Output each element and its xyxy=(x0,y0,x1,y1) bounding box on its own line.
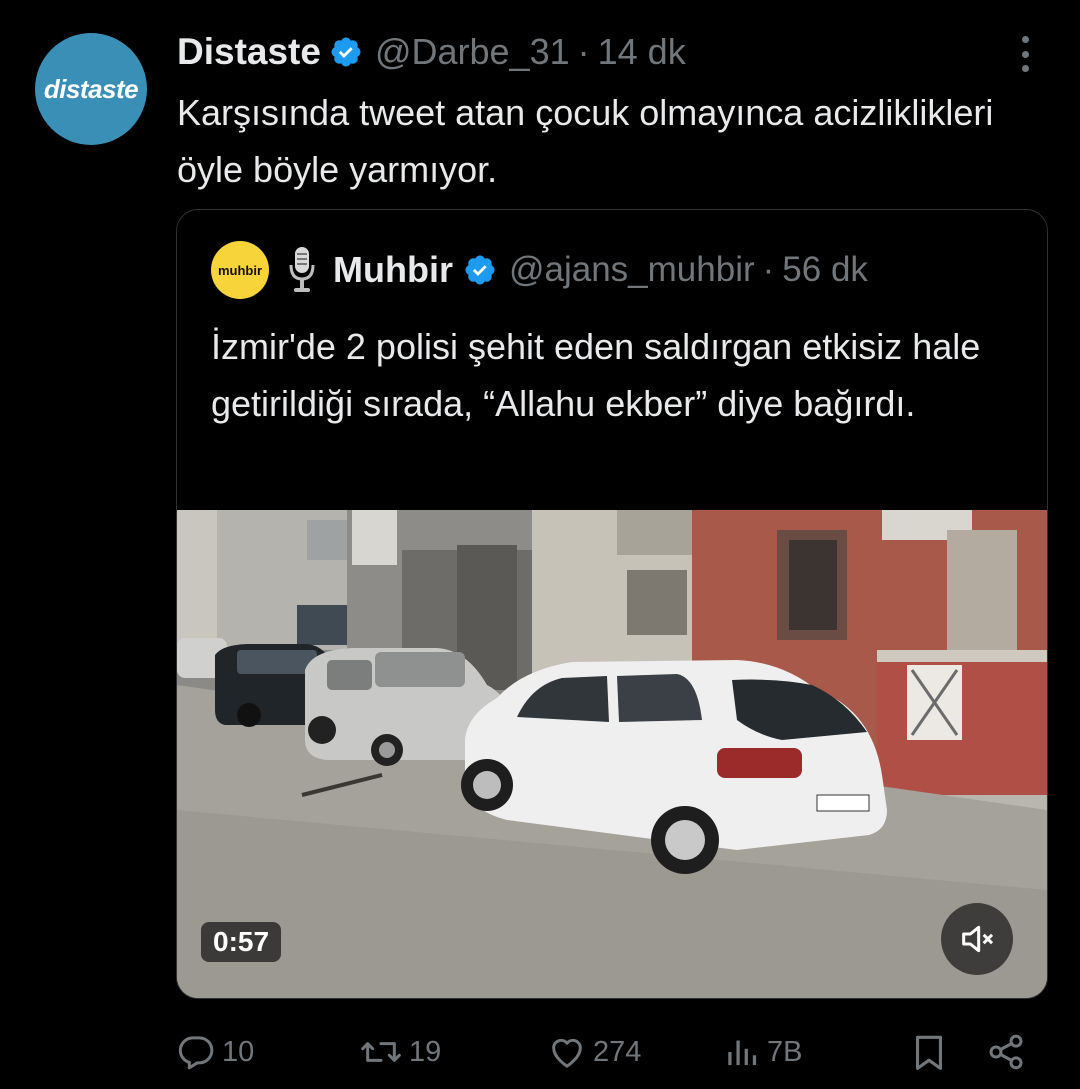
author-name[interactable]: Distaste xyxy=(177,31,321,73)
quoted-author-avatar[interactable]: muhbir xyxy=(211,241,269,299)
separator-dot: · xyxy=(577,31,590,72)
verified-badge-icon xyxy=(463,253,497,287)
quoted-author-handle[interactable]: @ajans_muhbir xyxy=(509,250,755,290)
tweet-header: Distaste @Darbe_31 · 14 dk xyxy=(177,26,686,78)
quoted-timestamp[interactable]: 56 dk xyxy=(782,250,868,290)
quoted-tweet[interactable]: muhbir Muhbir @ajans_muhbir · 56 dk İzmi… xyxy=(176,209,1048,999)
action-bar: 10 19 274 7B xyxy=(176,1026,1036,1078)
mute-icon[interactable] xyxy=(941,903,1013,975)
share-button[interactable] xyxy=(986,1026,1026,1078)
separator-dot: · xyxy=(762,250,775,289)
like-button[interactable]: 274 xyxy=(547,1026,641,1078)
views-button[interactable]: 7B xyxy=(725,1026,802,1078)
reply-count: 10 xyxy=(222,1035,255,1068)
views-icon xyxy=(725,1032,761,1072)
like-icon xyxy=(547,1032,587,1072)
microphone-icon xyxy=(287,245,317,295)
views-count: 7B xyxy=(767,1035,803,1068)
reply-icon xyxy=(176,1032,216,1072)
bookmark-button[interactable] xyxy=(911,1026,947,1078)
quoted-tweet-text: İzmir'de 2 polisi şehit eden saldırgan e… xyxy=(211,326,981,424)
quoted-author-name[interactable]: Muhbir xyxy=(333,249,453,291)
video-frame xyxy=(177,510,1047,998)
repost-icon xyxy=(359,1032,403,1072)
avatar-logo-text: distaste xyxy=(43,73,139,104)
more-icon[interactable] xyxy=(1010,36,1040,72)
verified-badge-icon xyxy=(329,35,363,69)
author-avatar[interactable]: distaste xyxy=(35,33,147,145)
tweet[interactable]: distaste Distaste @Darbe_31 · 14 dk Karş… xyxy=(0,0,1080,1089)
repost-count: 19 xyxy=(409,1035,442,1068)
repost-button[interactable]: 19 xyxy=(359,1026,441,1078)
video-duration: 0:57 xyxy=(201,922,282,962)
quoted-avatar-logo-text: muhbir xyxy=(217,262,263,278)
share-icon xyxy=(986,1032,1026,1072)
reply-button[interactable]: 10 xyxy=(176,1026,254,1078)
video-player[interactable]: 0:57 xyxy=(177,510,1047,998)
tweet-text: Karşısında tweet atan çocuk olmayınca ac… xyxy=(177,92,994,190)
quoted-tweet-header: muhbir Muhbir @ajans_muhbir · 56 dk xyxy=(211,240,868,300)
bookmark-icon xyxy=(911,1032,947,1072)
timestamp[interactable]: 14 dk xyxy=(598,31,686,73)
like-count: 274 xyxy=(593,1035,642,1068)
author-handle[interactable]: @Darbe_31 xyxy=(375,31,570,73)
